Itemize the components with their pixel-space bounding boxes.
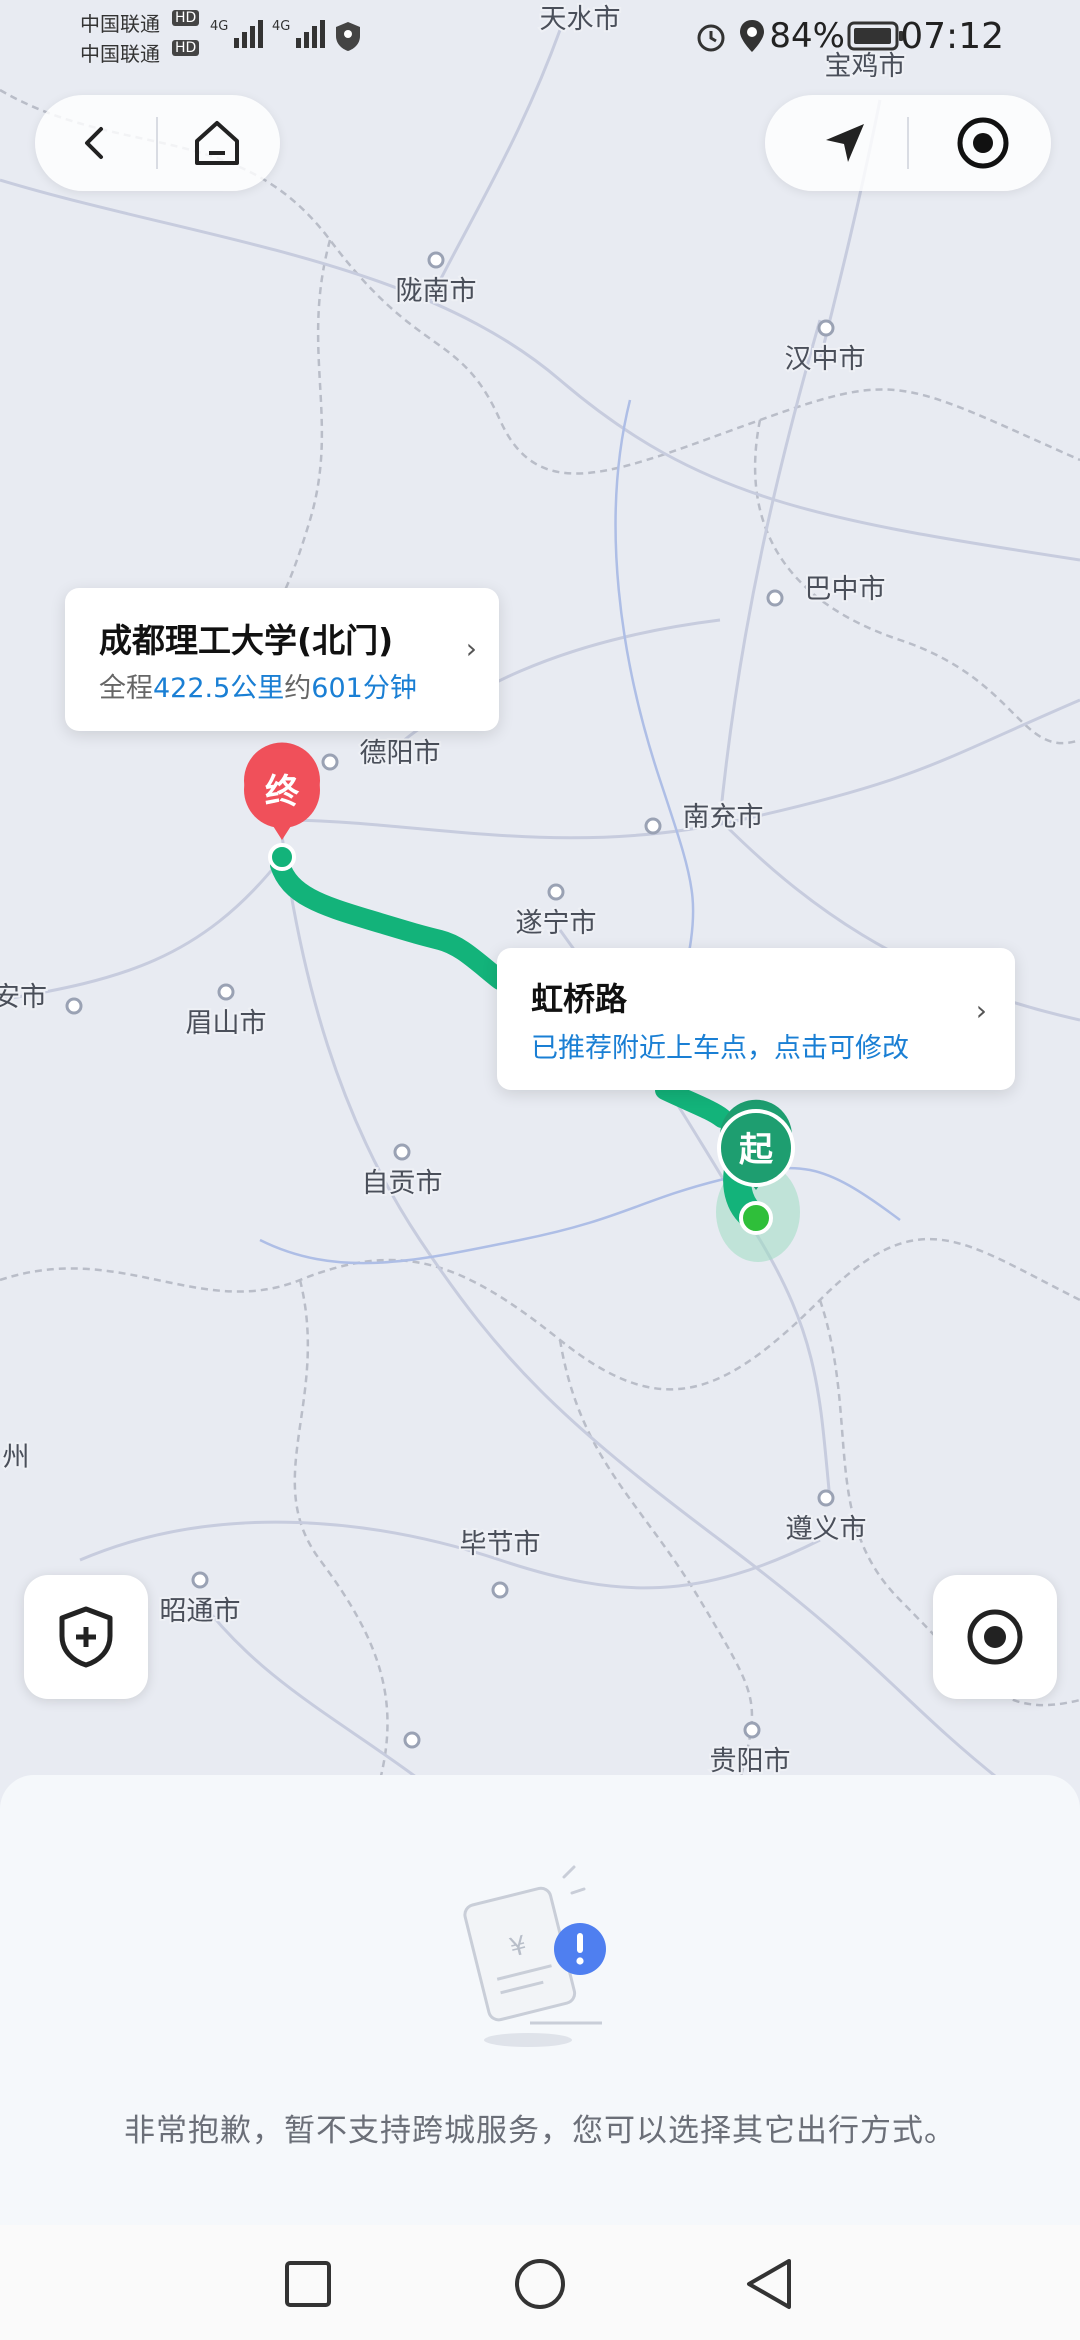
alarm-icon (697, 24, 725, 52)
city-label: 州 (3, 1442, 30, 1473)
status-bar: 中国联通 中国联通 HD HD 4G 4G 84% 07:12 (0, 0, 1080, 70)
city-label: 自贡市 (362, 1168, 443, 1199)
city-label: 遵义市 (786, 1514, 867, 1545)
chevron-right-icon: › (975, 994, 987, 1027)
city-label: 贵阳市 (710, 1746, 791, 1777)
carrier-2: 中国联通 (80, 42, 160, 66)
city-label: 安市 (0, 982, 47, 1013)
city-label: 德阳市 (360, 738, 441, 769)
system-nav-bar (0, 2225, 1080, 2340)
map-canvas[interactable]: 天水市宝鸡市陇南市汉中市巴中市德阳市南充市遂宁市安市眉山市自贡市州遵义市毕节市昭… (0, 0, 1080, 1780)
route-summary: 全程422.5公里约601分钟 (99, 673, 417, 704)
locate-button[interactable] (923, 95, 1043, 191)
svg-text:4G: 4G (272, 19, 290, 34)
battery-percent: 84% (769, 16, 845, 56)
navigation-arrow-icon (826, 124, 864, 162)
shield-plus-icon (59, 1606, 113, 1668)
home-circle-icon[interactable] (513, 2257, 567, 2311)
carrier-1: 中国联通 (80, 12, 160, 36)
home-icon (195, 121, 239, 165)
location-status-icon (740, 20, 764, 52)
navigate-button[interactable] (785, 95, 905, 191)
back-arrow-icon (85, 127, 103, 159)
bottom-sheet: ¥ 非常抱歉，暂不支持跨城服务，您可以选择其它出行方式。 (0, 1775, 1080, 2225)
pickup-title: 虹桥路 (531, 980, 628, 1018)
pickup-subtitle: 已推荐附近上车点，点击可修改 (531, 1033, 909, 1064)
signal-icon: 4G 4G (210, 19, 325, 48)
city-label: 毕节市 (460, 1529, 541, 1560)
destination-title: 成都理工大学(北门) (99, 621, 394, 660)
shield-status-icon (336, 22, 360, 51)
city-label: 遂宁市 (516, 908, 597, 939)
back-triangle-icon[interactable] (743, 2257, 795, 2311)
home-button[interactable] (157, 95, 277, 191)
recenter-button[interactable] (933, 1575, 1057, 1699)
receipt-warning-illustration: ¥ (463, 1865, 606, 2047)
hd-badge: HD (172, 40, 200, 56)
destination-card[interactable]: 成都理工大学(北门) 全程422.5公里约601分钟 › (65, 588, 499, 731)
clock: 07:12 (900, 16, 1004, 57)
start-marker-label: 起 (739, 1130, 774, 1170)
city-label: 汉中市 (785, 344, 866, 375)
city-label: 陇南市 (396, 276, 477, 307)
battery-icon (847, 21, 903, 51)
top-right-toolbar (765, 95, 1051, 191)
pickup-card[interactable]: 虹桥路 已推荐附近上车点，点击可修改 › (497, 948, 1015, 1090)
recents-square-icon[interactable] (283, 2259, 333, 2309)
end-marker-label: 终 (265, 772, 300, 812)
city-label: 南充市 (683, 802, 764, 833)
safety-button[interactable] (24, 1575, 148, 1699)
city-label: 眉山市 (186, 1008, 267, 1039)
back-button[interactable] (35, 95, 155, 191)
svg-text:4G: 4G (210, 19, 228, 34)
target-icon (957, 117, 1009, 169)
unsupported-message: 非常抱歉，暂不支持跨城服务，您可以选择其它出行方式。 (124, 2113, 956, 2149)
target-icon (967, 1609, 1023, 1665)
chevron-right-icon: › (465, 632, 477, 665)
city-label: 昭通市 (160, 1596, 241, 1627)
top-left-toolbar (35, 95, 280, 191)
hd-badge: HD (172, 10, 200, 26)
city-label: 巴中市 (805, 574, 886, 605)
